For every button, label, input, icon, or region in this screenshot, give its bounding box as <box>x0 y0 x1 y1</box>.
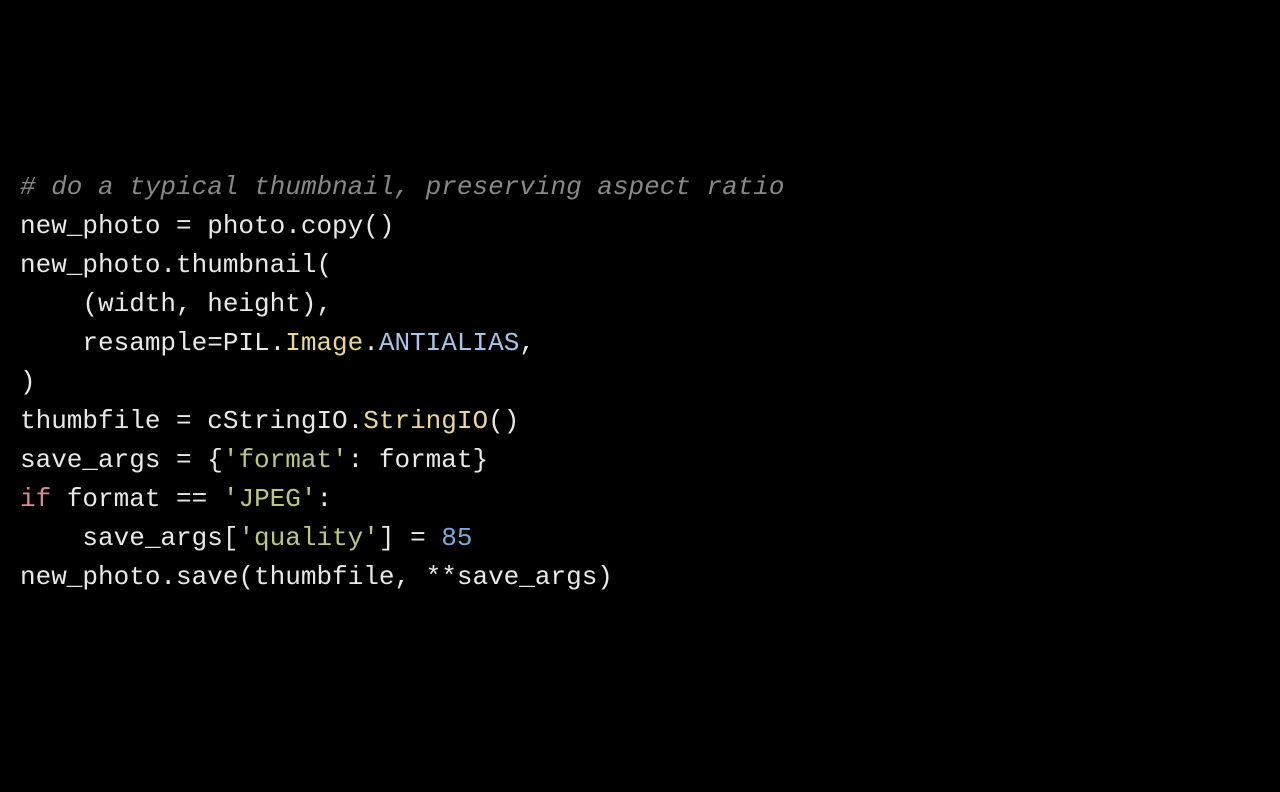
code-line-10a: save_args[ <box>20 523 238 553</box>
code-string-quality: 'quality' <box>238 523 378 553</box>
code-line-5e: , <box>519 328 535 358</box>
code-line-9b: format == <box>51 484 223 514</box>
code-line-9d: : <box>316 484 332 514</box>
code-block: # do a typical thumbnail, preserving asp… <box>20 168 1260 597</box>
code-line-7a: thumbfile = cStringIO. <box>20 406 363 436</box>
code-line-4: (width, height), <box>20 289 332 319</box>
code-number-85: 85 <box>441 523 472 553</box>
code-line-6: ) <box>20 367 36 397</box>
code-string-format: 'format' <box>223 445 348 475</box>
code-line-3: new_photo.thumbnail( <box>20 250 332 280</box>
code-line-2: new_photo = photo.copy() <box>20 211 394 241</box>
code-keyword-if: if <box>20 484 51 514</box>
code-line-10c: ] = <box>379 523 441 553</box>
code-class-image: Image <box>285 328 363 358</box>
code-line-5a: resample=PIL. <box>20 328 285 358</box>
code-comment: # do a typical thumbnail, preserving asp… <box>20 172 785 202</box>
code-class-stringio: StringIO <box>363 406 488 436</box>
code-line-8c: : format} <box>348 445 488 475</box>
code-line-8a: save_args = { <box>20 445 223 475</box>
code-attr-antialias: ANTIALIAS <box>379 328 519 358</box>
code-string-jpeg: 'JPEG' <box>223 484 317 514</box>
code-line-7c: () <box>488 406 519 436</box>
code-line-11: new_photo.save(thumbfile, **save_args) <box>20 562 613 592</box>
code-line-5c: . <box>363 328 379 358</box>
